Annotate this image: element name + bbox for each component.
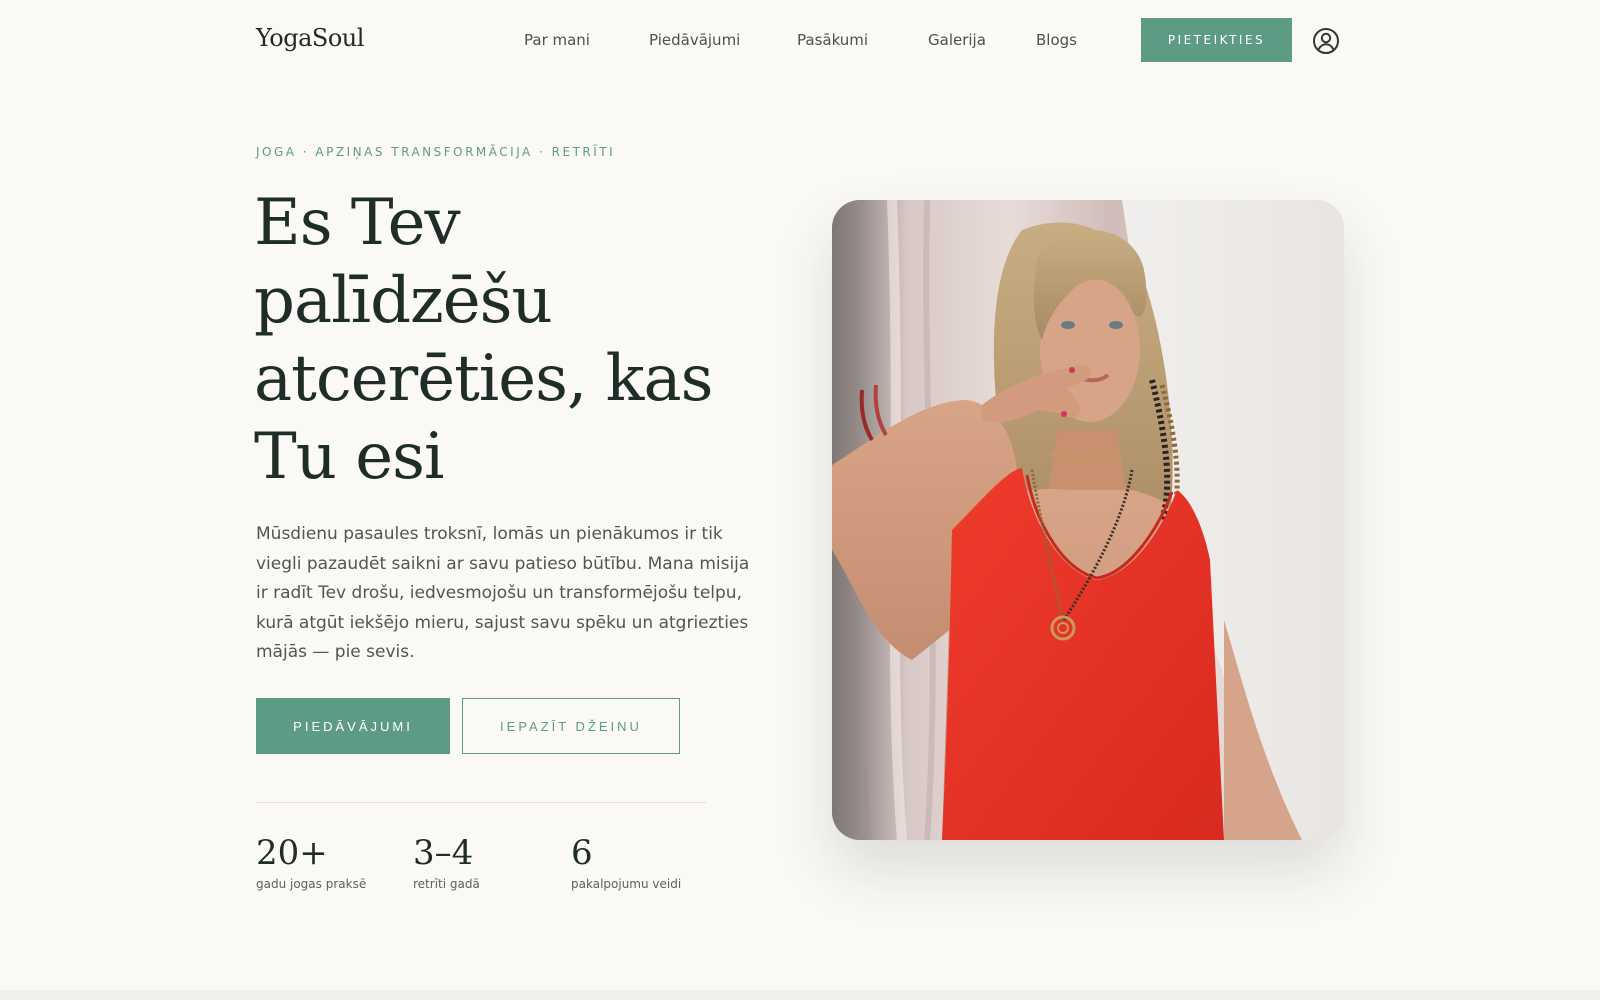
hero-headline: Es Tev palīdzēšu atcerēties, kas Tu esi	[254, 186, 713, 494]
nav-par-mani[interactable]: Par mani	[524, 31, 613, 49]
portrait-illustration	[832, 200, 1344, 840]
stat-retreats: 3–4 retrīti gadā	[413, 833, 480, 891]
nav-blogs[interactable]: Blogs	[1036, 31, 1077, 49]
stat-value: 6	[571, 833, 593, 873]
stat-value: 3–4	[413, 833, 474, 873]
hero-portrait-photo	[832, 200, 1344, 840]
offers-button[interactable]: PIEDĀVĀJUMI	[256, 698, 450, 754]
stat-value: 20+	[256, 833, 328, 873]
nav-pasakumi[interactable]: Pasākumi	[797, 31, 892, 49]
stat-label: pakalpojumu veidi	[571, 877, 682, 891]
stats-divider	[256, 802, 706, 803]
signup-button[interactable]: PIETEIKTIES	[1141, 18, 1292, 62]
user-circle-icon[interactable]	[1312, 27, 1340, 55]
main-nav: Par mani Piedāvājumi Pasākumi Galerija B…	[524, 31, 1077, 49]
next-section-strip	[0, 990, 1600, 1000]
stat-label: gadu jogas praksē	[256, 877, 367, 891]
hero-intro: Mūsdienu pasaules troksnī, lomās un pien…	[256, 524, 750, 662]
stat-services: 6 pakalpojumu veidi	[571, 833, 681, 891]
stat-label: retrīti gadā	[413, 877, 480, 891]
nav-piedavajumi[interactable]: Piedāvājumi	[649, 31, 761, 49]
site-header: YogaSoul Par mani Piedāvājumi Pasākumi G…	[0, 0, 1600, 80]
stat-years: 20+ gadu jogas praksē	[256, 833, 366, 891]
nav-galerija[interactable]: Galerija	[928, 31, 1000, 49]
meet-dzeina-button[interactable]: IEPAZĪT DŽEINU	[462, 698, 680, 754]
site-logo[interactable]: YogaSoul	[256, 24, 364, 52]
hero-eyebrow: JOGA · APZIŅAS TRANSFORMĀCIJA · RETRĪTI	[256, 145, 616, 159]
